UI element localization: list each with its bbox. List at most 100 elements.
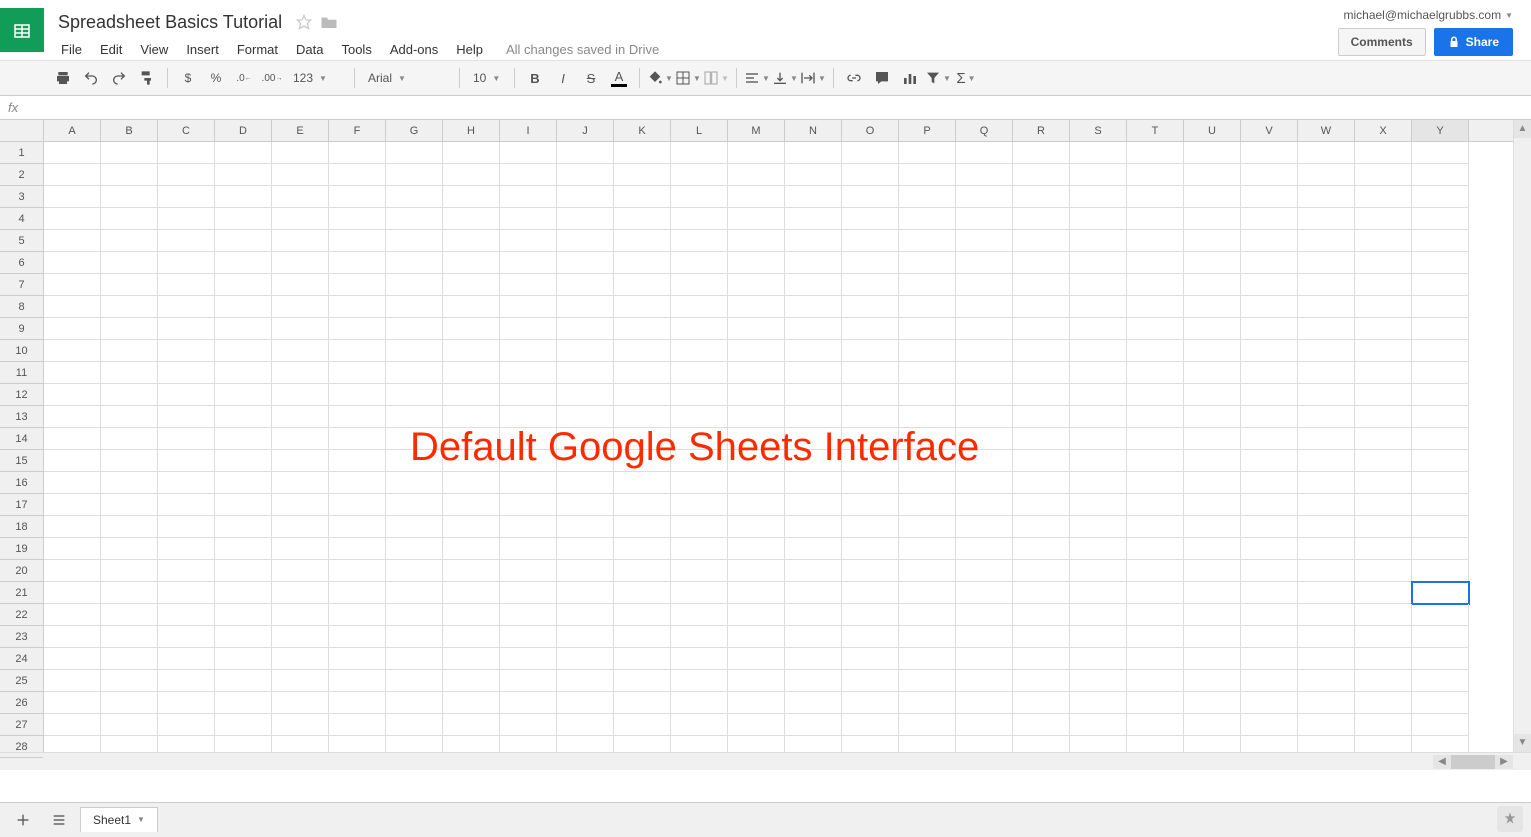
cell[interactable]: [329, 340, 386, 362]
cell[interactable]: [1241, 186, 1298, 208]
cell[interactable]: [158, 604, 215, 626]
add-sheet-button[interactable]: [8, 807, 38, 833]
cell[interactable]: [785, 604, 842, 626]
explore-button[interactable]: [1497, 806, 1523, 832]
cell[interactable]: [443, 208, 500, 230]
cell[interactable]: [158, 714, 215, 736]
cell[interactable]: [956, 362, 1013, 384]
cell[interactable]: [1184, 450, 1241, 472]
cell[interactable]: [1355, 384, 1412, 406]
cell[interactable]: [329, 714, 386, 736]
cell[interactable]: [557, 406, 614, 428]
cell[interactable]: [1355, 714, 1412, 736]
cell[interactable]: [1184, 230, 1241, 252]
cell[interactable]: [329, 362, 386, 384]
cell[interactable]: [614, 670, 671, 692]
formula-input[interactable]: [26, 100, 1523, 115]
cell[interactable]: [614, 252, 671, 274]
cell[interactable]: [44, 538, 101, 560]
cell[interactable]: [1070, 318, 1127, 340]
cell[interactable]: [557, 692, 614, 714]
row-header[interactable]: 20: [0, 560, 43, 582]
cell[interactable]: [1355, 450, 1412, 472]
cell[interactable]: [728, 340, 785, 362]
cell[interactable]: [842, 604, 899, 626]
cell[interactable]: [614, 582, 671, 604]
cell[interactable]: [956, 472, 1013, 494]
cell[interactable]: [899, 560, 956, 582]
cell[interactable]: [1355, 142, 1412, 164]
cell[interactable]: [1298, 472, 1355, 494]
cell[interactable]: [1070, 186, 1127, 208]
cell[interactable]: [1241, 582, 1298, 604]
cell[interactable]: [956, 604, 1013, 626]
cell[interactable]: [899, 318, 956, 340]
column-header[interactable]: K: [614, 120, 671, 141]
cell[interactable]: [1355, 296, 1412, 318]
cell[interactable]: [728, 648, 785, 670]
cell[interactable]: [1241, 340, 1298, 362]
column-header[interactable]: M: [728, 120, 785, 141]
cell[interactable]: [1241, 318, 1298, 340]
cell[interactable]: [728, 406, 785, 428]
cell[interactable]: [158, 582, 215, 604]
cell[interactable]: [158, 494, 215, 516]
cell[interactable]: [1070, 494, 1127, 516]
cell[interactable]: [956, 494, 1013, 516]
cell[interactable]: [1070, 428, 1127, 450]
row-header[interactable]: 17: [0, 494, 43, 516]
cell[interactable]: [1184, 384, 1241, 406]
cell[interactable]: [386, 692, 443, 714]
cell[interactable]: [101, 142, 158, 164]
cell[interactable]: [329, 604, 386, 626]
cell[interactable]: [614, 648, 671, 670]
user-menu[interactable]: michael@michaelgrubbs.com ▼: [1344, 8, 1514, 22]
cell[interactable]: [1412, 582, 1469, 604]
cell[interactable]: [1412, 560, 1469, 582]
cell[interactable]: [215, 296, 272, 318]
cell[interactable]: [614, 560, 671, 582]
cell[interactable]: [1127, 252, 1184, 274]
cell[interactable]: [1241, 208, 1298, 230]
cell[interactable]: [842, 362, 899, 384]
cell[interactable]: [158, 472, 215, 494]
cell[interactable]: [899, 582, 956, 604]
cell[interactable]: [1013, 450, 1070, 472]
cell[interactable]: [899, 186, 956, 208]
cell[interactable]: [1184, 516, 1241, 538]
cell[interactable]: [500, 186, 557, 208]
cell[interactable]: [158, 142, 215, 164]
cell[interactable]: [956, 296, 1013, 318]
cell[interactable]: [215, 230, 272, 252]
cell[interactable]: [215, 648, 272, 670]
cell[interactable]: [671, 494, 728, 516]
cell[interactable]: [1355, 406, 1412, 428]
row-header[interactable]: 28: [0, 736, 43, 758]
cell[interactable]: [158, 318, 215, 340]
cell[interactable]: [785, 164, 842, 186]
cell[interactable]: [1298, 406, 1355, 428]
cell[interactable]: [272, 472, 329, 494]
cell[interactable]: [101, 692, 158, 714]
cell[interactable]: [101, 274, 158, 296]
cell[interactable]: [1298, 362, 1355, 384]
cell[interactable]: [1412, 340, 1469, 362]
cell[interactable]: [1412, 362, 1469, 384]
cell[interactable]: [1241, 516, 1298, 538]
cell[interactable]: [443, 450, 500, 472]
cell[interactable]: [1355, 604, 1412, 626]
cell[interactable]: [614, 516, 671, 538]
cell[interactable]: [44, 428, 101, 450]
cell[interactable]: [1412, 428, 1469, 450]
cell[interactable]: [386, 186, 443, 208]
cell[interactable]: [1127, 340, 1184, 362]
scroll-right-icon[interactable]: ▶: [1495, 755, 1513, 769]
cell[interactable]: [44, 494, 101, 516]
cell[interactable]: [1298, 142, 1355, 164]
cell[interactable]: [44, 252, 101, 274]
cell[interactable]: [557, 142, 614, 164]
cell[interactable]: [158, 560, 215, 582]
cell[interactable]: [899, 384, 956, 406]
cell[interactable]: [842, 186, 899, 208]
cell[interactable]: [785, 714, 842, 736]
